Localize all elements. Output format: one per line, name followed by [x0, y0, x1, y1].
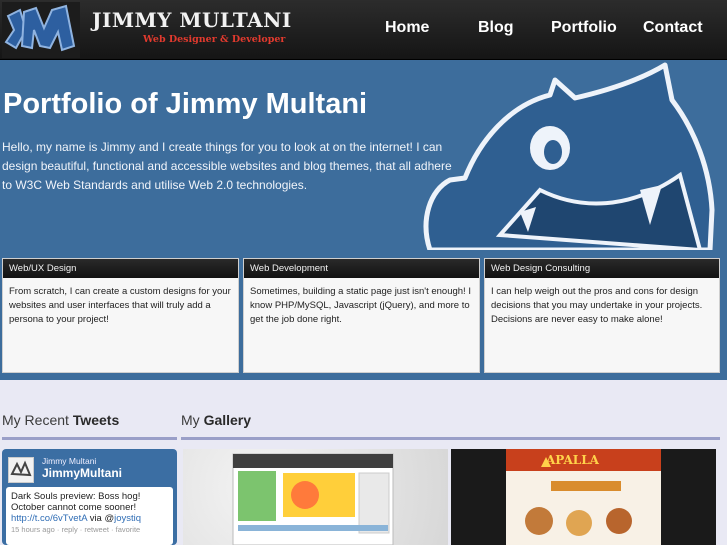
nav-home[interactable]: Home — [385, 19, 429, 37]
service-title: Web/UX Design — [3, 259, 238, 278]
gallery-heading-bold: Gallery — [203, 412, 252, 428]
twitter-widget: Jimmy Multani JimmyMultani Dark Souls pr… — [2, 449, 177, 545]
avatar-icon — [9, 458, 33, 482]
gallery-thumbnail[interactable] — [183, 449, 448, 545]
tweet-user-handle[interactable]: JimmyMultani — [42, 466, 122, 480]
service-description: Sometimes, building a static page just i… — [250, 286, 471, 325]
tweets-divider — [2, 437, 177, 440]
brand-name[interactable]: JIMMY MULTANI — [92, 8, 292, 32]
avatar[interactable] — [8, 457, 34, 483]
hero-intro-text: Hello, my name is Jimmy and I create thi… — [2, 140, 452, 192]
tweets-heading-prefix: My Recent — [2, 412, 69, 428]
tweets-heading: My Recent Tweets — [2, 412, 119, 428]
site-header: JIMMY MULTANI Web Designer & Developer H… — [0, 0, 727, 60]
jm-logo-icon[interactable] — [2, 2, 80, 58]
gallery-heading: My Gallery — [181, 412, 251, 428]
gallery-thumb-brand: APALLA — [546, 453, 599, 467]
tweet-text: Dark Souls preview: Boss hog! October ca… — [11, 491, 141, 513]
nav-contact[interactable]: Contact — [643, 19, 703, 37]
gallery-divider — [181, 437, 720, 440]
tweets-heading-bold: Tweets — [72, 412, 120, 428]
nav-blog[interactable]: Blog — [478, 19, 514, 37]
hero-title: Portfolio of Jimmy Multani — [3, 88, 368, 120]
tweet-link[interactable]: http://t.co/6vTvetA — [11, 513, 87, 524]
service-card-web-development: Web Development Sometimes, building a st… — [243, 258, 480, 373]
tweet-meta[interactable]: 15 hours ago · reply · retweet · favorit… — [11, 525, 140, 534]
nav-portfolio[interactable]: Portfolio — [551, 19, 617, 37]
tweet-via-label: via @ — [89, 513, 115, 524]
brand-tagline: Web Designer & Developer — [143, 34, 286, 45]
tweet-user-name[interactable]: Jimmy Multani — [42, 456, 96, 466]
service-title: Web Development — [244, 259, 479, 278]
tweet-via-link[interactable]: joystiq — [114, 513, 141, 524]
service-description: From scratch, I can create a custom desi… — [9, 286, 231, 325]
service-card-consulting: Web Design Consulting I can help weigh o… — [484, 258, 720, 373]
gallery-thumbnail[interactable]: APALLA — [451, 449, 716, 545]
gallery-thumbnail-preview — [232, 453, 394, 545]
service-card-web-ux: Web/UX Design From scratch, I can create… — [2, 258, 239, 373]
service-title: Web Design Consulting — [485, 259, 719, 278]
hero-banner: Portfolio of Jimmy Multani Hello, my nam… — [0, 60, 727, 250]
service-description: I can help weigh out the pros and cons f… — [491, 286, 703, 325]
gallery-heading-prefix: My — [181, 412, 200, 428]
tweet-item: Dark Souls preview: Boss hog! October ca… — [6, 487, 173, 545]
